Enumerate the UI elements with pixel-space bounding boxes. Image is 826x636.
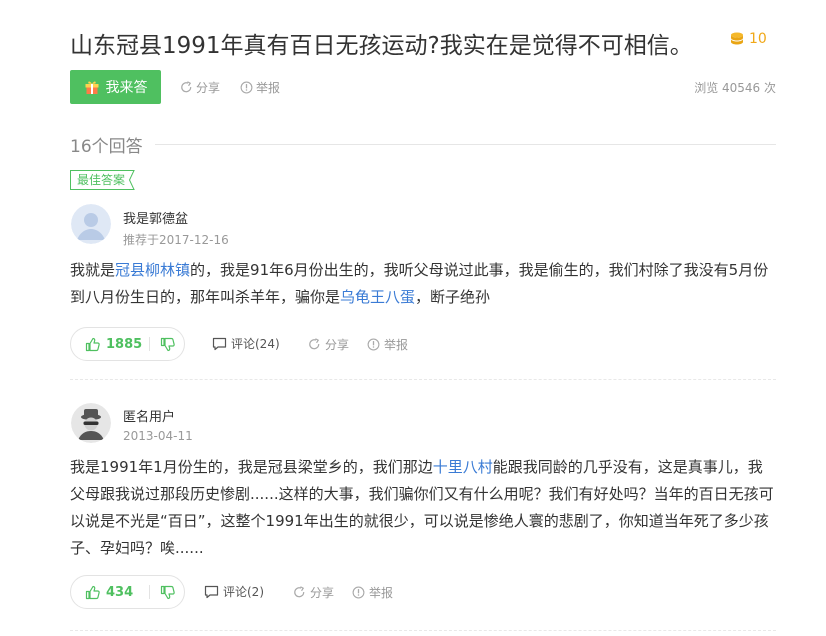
share-label: 分享 bbox=[310, 586, 335, 600]
report-icon bbox=[352, 586, 365, 599]
comment-icon bbox=[204, 585, 219, 598]
share-link[interactable]: 分享 bbox=[308, 336, 349, 353]
answer-divider bbox=[70, 379, 776, 380]
report-link[interactable]: 举报 bbox=[352, 584, 393, 601]
answer-username[interactable]: 我是郭德盆 bbox=[123, 208, 188, 227]
divider bbox=[154, 144, 776, 145]
share-icon bbox=[309, 338, 320, 350]
question-title: 山东冠县1991年真有百日无孩运动?我实在是觉得不可相信。 bbox=[70, 33, 693, 59]
avatar[interactable] bbox=[71, 204, 111, 244]
answer-text-part: 我就是 bbox=[70, 261, 116, 279]
answer-divider bbox=[70, 630, 776, 631]
answer-username: 匿名用户 bbox=[123, 410, 176, 425]
vote-box: 1885 bbox=[70, 327, 185, 361]
answer-text-part: ，断子绝孙 bbox=[415, 288, 491, 306]
reward-value: 10 bbox=[749, 31, 767, 47]
share-link[interactable]: 分享 bbox=[293, 584, 334, 601]
share-icon bbox=[294, 586, 305, 598]
share-label: 分享 bbox=[196, 81, 221, 95]
report-link[interactable]: 举报 bbox=[367, 336, 408, 353]
vote-box: 434 bbox=[70, 575, 185, 609]
share-link[interactable]: 分享 bbox=[180, 79, 220, 96]
best-answer-label: 最佳答案 bbox=[70, 170, 129, 190]
answer-text-part: 我是1991年1月份生的，我是冠县梁堂乡的，我们那边 bbox=[70, 458, 433, 476]
view-count: 浏览 40546 次 bbox=[694, 81, 776, 95]
answer-date: 2013-04-11 bbox=[123, 429, 193, 443]
share-label: 分享 bbox=[325, 338, 350, 352]
answer-text: 我就是冠县柳林镇的，我是91年6月份出生的，我听父母说过此事，我是偷生的，我们村… bbox=[70, 257, 776, 311]
dislike-button[interactable] bbox=[150, 328, 184, 360]
comment-label: 评论(24) bbox=[231, 337, 280, 351]
report-link[interactable]: 举报 bbox=[240, 79, 280, 96]
avatar-anonymous-icon bbox=[71, 403, 111, 443]
answer-link[interactable]: 乌龟王八蛋 bbox=[340, 288, 415, 306]
answer-link[interactable]: 十里八村 bbox=[433, 458, 493, 476]
report-label: 举报 bbox=[256, 81, 281, 95]
comment-icon bbox=[212, 337, 227, 350]
thumb-down-icon bbox=[160, 585, 175, 599]
avatar bbox=[71, 403, 111, 443]
like-button[interactable]: 434 bbox=[71, 576, 149, 608]
answer-button[interactable]: 我来答 bbox=[70, 70, 161, 104]
report-label: 举报 bbox=[384, 338, 409, 352]
answer-link[interactable]: 冠县柳林镇 bbox=[115, 261, 190, 279]
report-label: 举报 bbox=[369, 586, 394, 600]
answers-count: 16个回答 bbox=[70, 137, 143, 157]
thumb-up-icon bbox=[85, 337, 100, 351]
thumb-down-icon bbox=[160, 337, 175, 351]
answer-date: 推荐于2017-12-16 bbox=[123, 233, 229, 247]
like-count: 434 bbox=[106, 584, 134, 600]
thumb-up-icon bbox=[85, 585, 100, 599]
question-page: 山东冠县1991年真有百日无孩运动?我实在是觉得不可相信。 10 我来答 分享 … bbox=[0, 0, 826, 636]
comment-link[interactable]: 评论(2) bbox=[204, 583, 264, 600]
answers-count-row: 16个回答 bbox=[70, 132, 776, 157]
dislike-button[interactable] bbox=[150, 576, 184, 608]
share-icon bbox=[181, 81, 192, 93]
badge-tail bbox=[128, 170, 135, 190]
coin-icon bbox=[731, 32, 743, 45]
best-answer-badge: 最佳答案 bbox=[70, 170, 135, 190]
reward-coins: 10 bbox=[729, 31, 767, 47]
gift-icon bbox=[85, 81, 98, 94]
report-icon bbox=[240, 81, 253, 94]
like-count: 1885 bbox=[106, 336, 143, 352]
comment-link[interactable]: 评论(24) bbox=[212, 335, 280, 352]
like-button[interactable]: 1885 bbox=[71, 328, 149, 360]
comment-label: 评论(2) bbox=[223, 585, 264, 599]
report-icon bbox=[367, 338, 380, 351]
answer-button-label: 我来答 bbox=[105, 80, 148, 96]
answer-text: 我是1991年1月份生的，我是冠县梁堂乡的，我们那边十里八村能跟我同龄的几乎没有… bbox=[70, 454, 776, 562]
avatar-default-icon bbox=[71, 204, 111, 244]
